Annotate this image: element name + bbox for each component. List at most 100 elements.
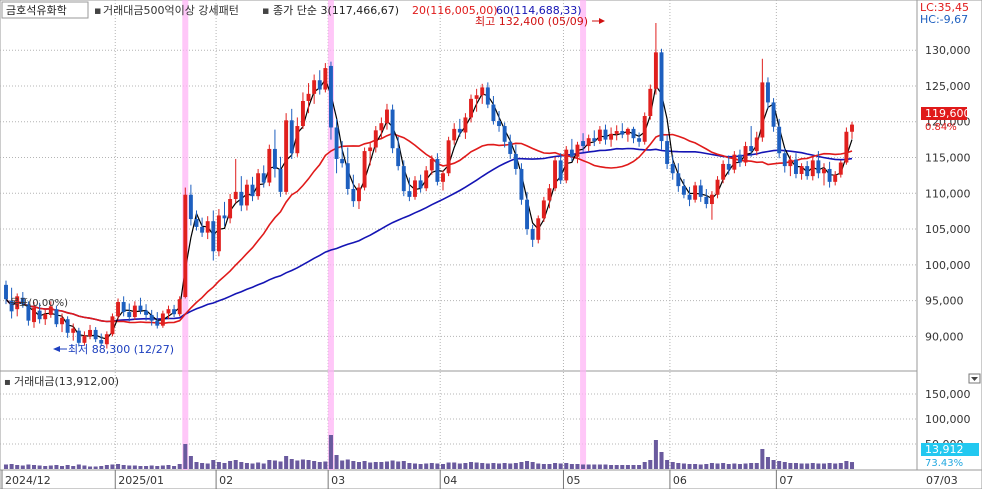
candle-body [810, 160, 815, 177]
candle-body [452, 128, 457, 141]
volume-bar [200, 463, 205, 469]
volume-bar [155, 466, 160, 469]
candle-body [485, 87, 490, 105]
volume-bar [721, 463, 726, 469]
candle-body [782, 153, 787, 167]
candle-body [457, 128, 462, 133]
candle [390, 104, 395, 154]
volume-bar [670, 462, 675, 469]
volume-bar [569, 464, 574, 469]
volume-bar [681, 463, 686, 469]
volume-bar [194, 462, 199, 469]
candle-body [547, 188, 552, 201]
volume-bar [642, 462, 647, 469]
volume-bar [536, 463, 541, 469]
volume-bar [821, 463, 827, 469]
candle-body [340, 158, 345, 164]
volume-bar [396, 461, 401, 469]
volume-bar [351, 461, 356, 469]
price-tick-label: 105,000 [925, 223, 971, 236]
volume-bar [127, 465, 132, 469]
x-axis-label: 06 [673, 474, 687, 487]
candle-body [681, 186, 686, 195]
chart-canvas[interactable]: 130,000125,000120,000115,000110,000105,0… [0, 0, 982, 490]
candle-body [737, 154, 742, 163]
candle [648, 84, 653, 120]
volume-bar [323, 461, 328, 469]
price-tick-label: 125,000 [925, 80, 971, 93]
candle-body [805, 166, 810, 177]
volume-bar [698, 464, 703, 469]
volume-bar [810, 463, 815, 469]
candle-body [300, 100, 305, 127]
volume-bar [631, 465, 636, 469]
candle-body [575, 144, 580, 157]
volume-bar [43, 466, 48, 469]
candle-body [670, 163, 675, 174]
candle-body [491, 104, 496, 122]
candle-body [827, 168, 832, 182]
price-tick-label: 115,000 [925, 152, 971, 165]
candle-body [323, 68, 328, 90]
volume-tick-label: 150,000 [925, 388, 971, 401]
candle-body [144, 310, 149, 315]
volume-bar [362, 461, 367, 469]
candle-body [659, 52, 664, 142]
candle-body [726, 163, 731, 170]
volume-bar [138, 466, 143, 469]
legend-square-icon: ▪ [4, 377, 11, 388]
candle-body [446, 140, 451, 174]
volume-bar [592, 464, 597, 469]
candle-body [76, 330, 81, 343]
candle-body [334, 127, 339, 159]
candle-body [771, 102, 776, 127]
candle-body [676, 173, 681, 187]
volume-bar [833, 463, 838, 469]
candle-body [642, 116, 647, 142]
volume-bar [26, 464, 31, 469]
candle-body [32, 307, 36, 323]
candle-body [519, 168, 524, 200]
volume-bar [20, 465, 25, 469]
target-label: 목표(0.00%) [10, 297, 68, 309]
candle-body [502, 126, 507, 142]
volume-bar [250, 463, 255, 469]
candle-body [407, 191, 412, 197]
candle-body [155, 320, 160, 326]
candle-body [497, 121, 501, 127]
candle [642, 112, 647, 145]
candle [256, 168, 261, 200]
candle-body [441, 173, 445, 182]
volume-bar [356, 462, 361, 469]
volume-bar [278, 461, 283, 469]
candle-body [396, 148, 401, 167]
x-axis-label: 02 [219, 474, 233, 487]
stock-chart[interactable]: 130,000 125,000 120,000 115,000 110,000 105,0… [0, 0, 982, 490]
volume-bar [564, 463, 569, 469]
candle-body [284, 120, 289, 192]
candle-body [653, 52, 658, 89]
candle-body [536, 218, 541, 240]
stock-name[interactable]: 금호석유화학 [6, 4, 67, 17]
volume-bar [614, 465, 619, 469]
volume-bar [547, 464, 552, 469]
candle-body [250, 184, 255, 197]
candle-body [138, 305, 143, 311]
volume-bar [726, 464, 731, 469]
volume-bar [777, 461, 782, 469]
volume-bar [289, 459, 294, 469]
candle-body [743, 146, 748, 163]
volume-bar [166, 465, 171, 469]
candle-body [54, 309, 59, 325]
price-tick-label: 90,000 [925, 330, 964, 343]
volume-bar [267, 460, 272, 469]
candle-body [88, 329, 93, 337]
candle [177, 296, 182, 317]
volume-panel[interactable] [0, 370, 918, 471]
volume-bar [687, 464, 692, 469]
candle-body [222, 215, 227, 219]
volume-bar [160, 465, 165, 469]
volume-bar [665, 460, 670, 469]
price-panel[interactable] [0, 0, 918, 372]
indicator-label: 거래대금500억이상 강세패턴 [103, 4, 239, 17]
